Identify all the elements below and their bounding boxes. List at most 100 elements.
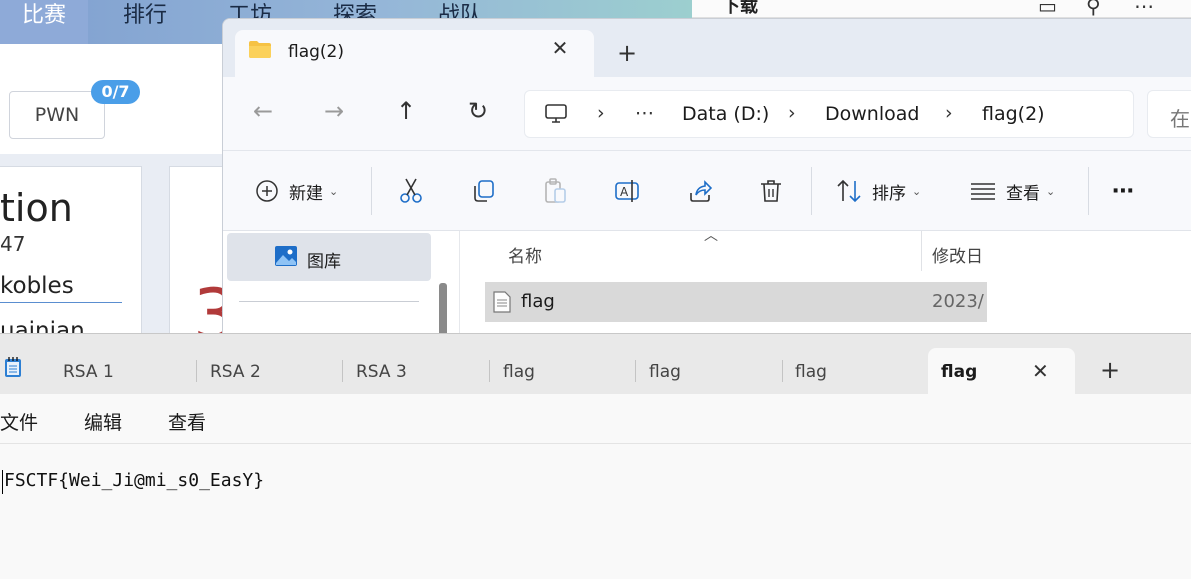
svg-text:A: A [620, 185, 629, 199]
forward-arrow-icon[interactable]: → [324, 99, 344, 123]
menu-view[interactable]: 查看 [168, 408, 206, 435]
copy-button[interactable] [471, 176, 495, 206]
editor-content[interactable]: FSCTF{Wei_Ji@mi_s0_EasY} [4, 470, 264, 491]
close-icon[interactable]: ✕ [549, 37, 571, 59]
notepad-tab[interactable]: RSA 2 [210, 348, 330, 394]
breadcrumb-item[interactable]: Data (D:) [682, 103, 769, 125]
folder-icon [249, 41, 271, 58]
tab-separator [196, 360, 197, 382]
explorer-tab-title: flag(2) [288, 42, 344, 62]
sort-icon [837, 179, 861, 203]
more-icon[interactable]: ⋯ [635, 102, 654, 124]
notepad-tab-label: RSA 2 [210, 362, 261, 382]
notepad-tab-label: flag [795, 362, 827, 382]
file-row[interactable]: flag 2023/ [485, 282, 987, 322]
notepad-tab[interactable]: RSA 3 [356, 348, 476, 394]
file-list: ︿ 名称 修改日 flag 2023/ [459, 228, 1191, 340]
chevron-down-icon: ⌄ [912, 184, 922, 198]
explorer-tab[interactable]: flag(2) ✕ [235, 30, 594, 77]
explorer-address-row: ← → ↑ ↻ › ⋯ Data (D:) › Download › flag(… [223, 77, 1191, 151]
toolbar-divider [1088, 167, 1089, 215]
search-icon[interactable]: ⚲ [1086, 0, 1101, 18]
breadcrumb-item[interactable]: flag(2) [982, 103, 1045, 125]
breadcrumb-chevron-icon[interactable]: › [788, 102, 796, 124]
text-file-icon [493, 291, 511, 313]
chevron-down-icon: ⌄ [1046, 184, 1056, 198]
cut-button[interactable] [399, 176, 423, 206]
up-arrow-icon[interactable]: ↑ [396, 99, 416, 123]
notepad-tab-bar: RSA 1 RSA 2 RSA 3 flag flag flag flag ✕ … [0, 334, 1191, 394]
tab-separator [489, 360, 490, 382]
refresh-icon[interactable]: ↻ [468, 99, 488, 123]
notepad-tab[interactable]: RSA 1 [63, 348, 183, 394]
nav-scrollbar[interactable] [439, 283, 447, 340]
chevron-down-icon: ⌄ [329, 184, 339, 198]
explorer-command-bar: 新建 ⌄ A 排序 ⌄ 查看 ⌄ ⋯ [223, 151, 1191, 231]
plus-circle-icon [256, 180, 278, 202]
text-caret [2, 470, 3, 494]
notepad-menu-bar: 文件 编辑 查看 [0, 394, 1191, 444]
notepad-tab[interactable]: flag [503, 348, 623, 394]
computer-icon [545, 104, 567, 123]
delete-button[interactable] [760, 176, 782, 206]
nav-item-competition[interactable]: 比赛 [0, 0, 89, 44]
new-button-label: 新建 [289, 183, 323, 204]
notepad-tab-label: RSA 3 [356, 362, 407, 382]
nav-item-ranking[interactable]: 排行 [123, 0, 167, 38]
view-button-label: 查看 [1006, 183, 1040, 204]
navigation-pane: 图库 [223, 231, 457, 340]
scissors-icon [400, 178, 422, 203]
notepad-tab-label: flag [503, 362, 535, 382]
copy-icon [474, 180, 494, 202]
breadcrumb-item[interactable]: Download [825, 103, 919, 125]
breadcrumb-chevron-icon[interactable]: › [945, 102, 953, 124]
notepad-tab[interactable]: flag [795, 348, 915, 394]
more-icon[interactable]: ⋯ [1134, 0, 1154, 18]
notepad-app-icon [5, 357, 21, 377]
more-options-icon[interactable]: ⋯ [1112, 176, 1134, 206]
list-view-icon [971, 183, 995, 200]
column-divider[interactable] [921, 231, 922, 271]
category-progress-badge: 0/7 [91, 80, 140, 104]
notepad-window: RSA 1 RSA 2 RSA 3 flag flag flag flag ✕ … [0, 333, 1191, 579]
new-button[interactable]: 新建 ⌄ [255, 176, 338, 206]
nav-item-gallery[interactable]: 图库 [227, 233, 431, 281]
rename-icon: A [615, 180, 639, 202]
share-icon [690, 180, 712, 202]
address-bar[interactable]: › ⋯ Data (D:) › Download › flag(2) [524, 90, 1134, 138]
sort-button-label: 排序 [872, 183, 906, 204]
menu-file[interactable]: 文件 [0, 408, 38, 435]
downloads-window-title: 下载 [722, 0, 758, 17]
search-placeholder: 在 [1170, 107, 1190, 131]
category-pwn-button[interactable]: PWN [9, 91, 105, 139]
sort-button[interactable]: 排序 ⌄ [836, 176, 921, 206]
explorer-body: 图库 ︿ 名称 修改日 flag 2023/ [223, 228, 1191, 340]
breadcrumb-chevron-icon[interactable]: › [597, 102, 605, 124]
new-tab-plus-icon[interactable]: + [617, 41, 637, 65]
back-arrow-icon[interactable]: ← [253, 99, 273, 123]
notepad-tab-label: flag [649, 362, 681, 382]
file-explorer-window: flag(2) ✕ + ← → ↑ ↻ › ⋯ Data (D:) › Down… [222, 18, 1191, 340]
paste-button[interactable] [543, 176, 567, 206]
column-header-name[interactable]: 名称 [508, 242, 542, 267]
toolbar-divider [811, 167, 812, 215]
rename-button[interactable]: A [615, 176, 641, 206]
new-tab-plus-icon[interactable]: + [1100, 358, 1120, 382]
explorer-tab-bar: flag(2) ✕ + [223, 19, 1191, 77]
sort-ascending-icon: ︿ [704, 228, 718, 244]
menu-edit[interactable]: 编辑 [84, 408, 122, 435]
challenge-card-author: kobles [0, 273, 122, 303]
notepad-tab-label: flag [941, 362, 978, 382]
notepad-tab-active[interactable]: flag ✕ [928, 348, 1075, 394]
share-button[interactable] [688, 176, 712, 206]
close-icon[interactable]: ✕ [1032, 359, 1049, 383]
column-header-modified[interactable]: 修改日 [932, 242, 983, 267]
search-input[interactable]: 在 [1147, 90, 1191, 138]
folder-outline-icon[interactable]: ▭ [1038, 0, 1057, 18]
view-button[interactable]: 查看 ⌄ [970, 176, 1055, 206]
notepad-tab[interactable]: flag [649, 348, 769, 394]
notepad-editor[interactable]: FSCTF{Wei_Ji@mi_s0_EasY} [0, 444, 1191, 579]
nav-divider [239, 301, 419, 302]
challenge-card-title: tion [0, 186, 73, 230]
tab-separator [342, 360, 343, 382]
